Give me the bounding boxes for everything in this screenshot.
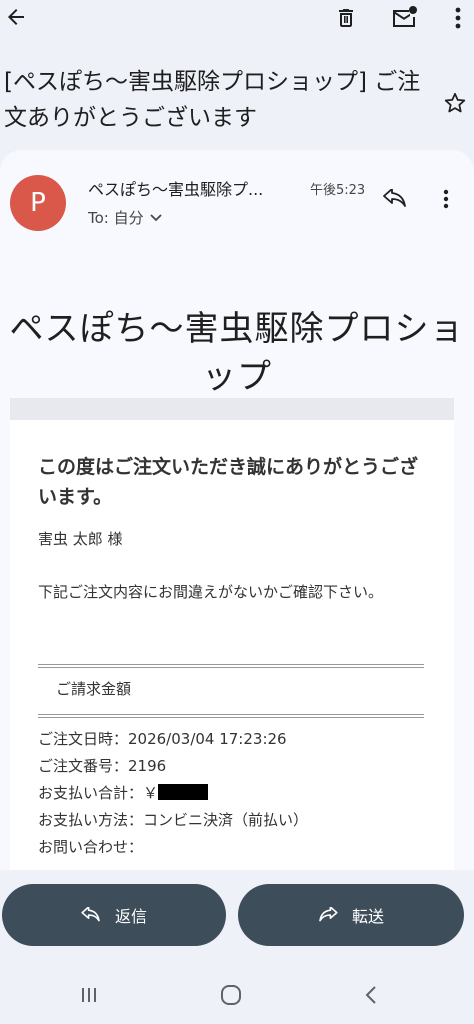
- order-number: ご注文番号：2196: [38, 757, 167, 775]
- star-outline-icon: [444, 92, 466, 113]
- system-nav-bar: [0, 970, 474, 1024]
- delete-button[interactable]: [330, 2, 362, 34]
- payment-method: お支払い方法：コンビニ決済（前払い）: [38, 811, 309, 829]
- forward-icon: [319, 907, 338, 922]
- double-rule: [38, 664, 424, 668]
- confirm-notice: 下記ご注文内容にお間違えがないかご確認下さい。: [38, 583, 384, 601]
- more-vert-icon: [443, 189, 449, 209]
- content-divider: [10, 398, 454, 420]
- payment-total-label: お支払い合計：￥: [38, 784, 159, 802]
- inquiry: お問い合わせ：: [38, 838, 144, 856]
- more-vert-icon: [455, 7, 461, 29]
- mark-unread-button[interactable]: [388, 2, 422, 34]
- redacted-amount: [158, 784, 209, 800]
- email-body: この度はご注文いただき誠にありがとうございます。 害虫 太郎 様 下記ご注文内容…: [10, 420, 454, 870]
- message-more-button[interactable]: [434, 184, 458, 214]
- order-datetime: ご注文日時：2026/03/04 17:23:26: [38, 730, 287, 748]
- recent-apps-icon: [82, 988, 96, 1002]
- reply-button[interactable]: 返信: [2, 884, 226, 946]
- top-app-bar: [0, 0, 474, 40]
- chevron-down-icon: [149, 213, 162, 221]
- thanks-heading: この度はご注文いただき誠にありがとうございます。: [38, 456, 419, 508]
- recipient-details-toggle[interactable]: To: 自分: [88, 207, 162, 228]
- sender-name[interactable]: ペスぽち〜害虫駆除プ...: [88, 176, 298, 200]
- reply-icon: [81, 907, 100, 922]
- reply-icon: [383, 189, 406, 207]
- back-button[interactable]: [0, 0, 32, 34]
- billing-header: ご請求金額: [56, 680, 132, 698]
- more-options-button[interactable]: [446, 2, 470, 34]
- reply-label: 返信: [114, 907, 147, 926]
- message-time: 午後5:23: [310, 183, 366, 198]
- home-button[interactable]: [216, 980, 246, 1010]
- sender-avatar[interactable]: P: [10, 175, 66, 231]
- system-back-button[interactable]: [356, 980, 386, 1010]
- forward-label: 転送: [351, 907, 384, 926]
- trash-icon: [339, 9, 353, 27]
- home-icon: [221, 985, 241, 1005]
- email-subject: [ペスぽち〜害虫駆除プロショップ] ご注文ありがとうございます: [4, 69, 421, 131]
- quick-reply-button[interactable]: [378, 184, 412, 214]
- recent-apps-button[interactable]: [74, 980, 104, 1010]
- arrow-left-icon: [8, 9, 24, 25]
- customer-name: 害虫 太郎 様: [38, 530, 123, 548]
- forward-button[interactable]: 転送: [238, 884, 464, 946]
- recipient-label: To: 自分: [88, 209, 144, 227]
- message-card: P ペスぽち〜害虫駆除プ... 午後5:23 To: 自分 ペスぽち〜害虫駆除プ…: [0, 150, 474, 870]
- double-rule: [38, 714, 424, 718]
- order-details: ご注文日時：2026/03/04 17:23:26 ご注文番号：2196 お支払…: [38, 726, 438, 861]
- mail-unread-icon: [393, 6, 417, 27]
- payment-total: お支払い合計：￥: [38, 780, 438, 807]
- chevron-left-icon: [365, 986, 376, 1004]
- shop-title: ペスぽち〜害虫駆除プロショップ: [9, 309, 465, 397]
- star-button[interactable]: [438, 86, 472, 120]
